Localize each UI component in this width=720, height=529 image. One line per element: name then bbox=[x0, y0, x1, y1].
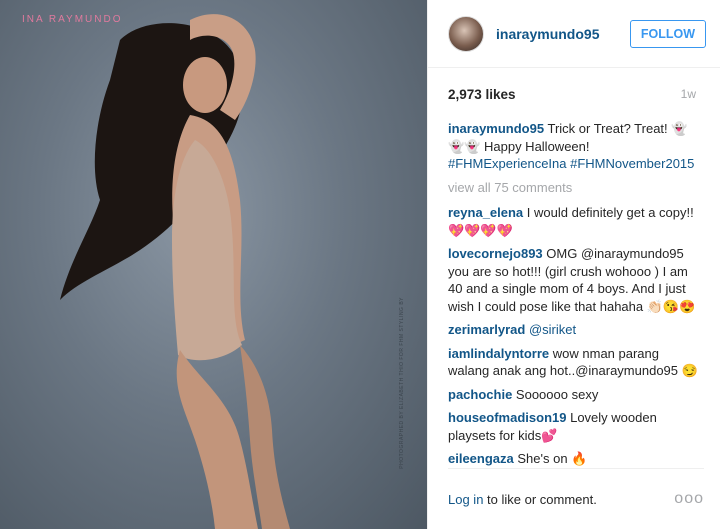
comment-list: inaraymundo95 Trick or Treat? Treat! 👻👻👻… bbox=[428, 120, 720, 467]
login-prompt-text: to like or comment. bbox=[483, 491, 597, 507]
more-options-icon[interactable]: ooo bbox=[674, 490, 704, 508]
comment: lovecornejo893 OMG @inaraymundo95 you ar… bbox=[448, 245, 698, 315]
comment: zerimarlyrad @siriket bbox=[448, 321, 698, 339]
comment-username[interactable]: houseofmadison19 bbox=[448, 410, 566, 425]
header-username[interactable]: inaraymundo95 bbox=[496, 26, 630, 42]
post-sidebar: inaraymundo95 FOLLOW 2,973 likes 1w inar… bbox=[427, 0, 720, 529]
comment-username[interactable]: reyna_elena bbox=[448, 205, 523, 220]
caption-hashtags[interactable]: #FHMExperienceIna #FHMNovember2015 bbox=[448, 156, 694, 171]
comment-username[interactable]: zerimarlyrad bbox=[448, 322, 525, 337]
view-all-comments-link[interactable]: view all 75 comments bbox=[448, 179, 698, 197]
caption: inaraymundo95 Trick or Treat? Treat! 👻👻👻… bbox=[448, 120, 698, 173]
avatar[interactable] bbox=[448, 15, 484, 52]
comment-text: Soooooo sexy bbox=[515, 386, 599, 402]
comment-text[interactable]: @siriket bbox=[529, 322, 576, 337]
follow-button[interactable]: FOLLOW bbox=[629, 19, 706, 48]
instagram-post: INA RAYMUNDO PHOTOGRAPHED BY ELIZABETH T… bbox=[0, 0, 720, 529]
comment: houseofmadison19 Lovely wooden playsets … bbox=[448, 409, 698, 444]
comment: pachochie Soooooo sexy bbox=[448, 386, 698, 404]
login-link[interactable]: Log in bbox=[448, 492, 483, 507]
comment-username[interactable]: lovecornejo893 bbox=[448, 246, 543, 261]
comment: eileengaza She's on 🔥 bbox=[448, 450, 698, 467]
caption-username[interactable]: inaraymundo95 bbox=[448, 121, 544, 136]
post-age[interactable]: 1w bbox=[681, 87, 696, 101]
comment-text: She's on 🔥 bbox=[517, 451, 588, 466]
comment: reyna_elena I would definitely get a cop… bbox=[448, 204, 698, 239]
photo-credit: PHOTOGRAPHED BY ELIZABETH THIO FOR FHM S… bbox=[399, 297, 405, 469]
login-prompt: Log in to like or comment. bbox=[448, 492, 597, 507]
post-header: inaraymundo95 FOLLOW bbox=[428, 0, 720, 68]
comment-username[interactable]: eileengaza bbox=[448, 451, 514, 466]
post-photo[interactable]: INA RAYMUNDO PHOTOGRAPHED BY ELIZABETH T… bbox=[0, 0, 427, 529]
comment: iamlindalyntorre wow nman parang walang … bbox=[448, 345, 698, 380]
comment-username[interactable]: pachochie bbox=[448, 387, 512, 402]
likes-count[interactable]: 2,973 likes bbox=[448, 87, 516, 102]
comment-username[interactable]: iamlindalyntorre bbox=[448, 346, 549, 361]
post-stats: 2,973 likes 1w bbox=[428, 68, 720, 120]
post-footer: Log in to like or comment. ooo bbox=[448, 468, 704, 529]
model-silhouette bbox=[60, 14, 290, 529]
photo-watermark: INA RAYMUNDO bbox=[22, 14, 123, 25]
